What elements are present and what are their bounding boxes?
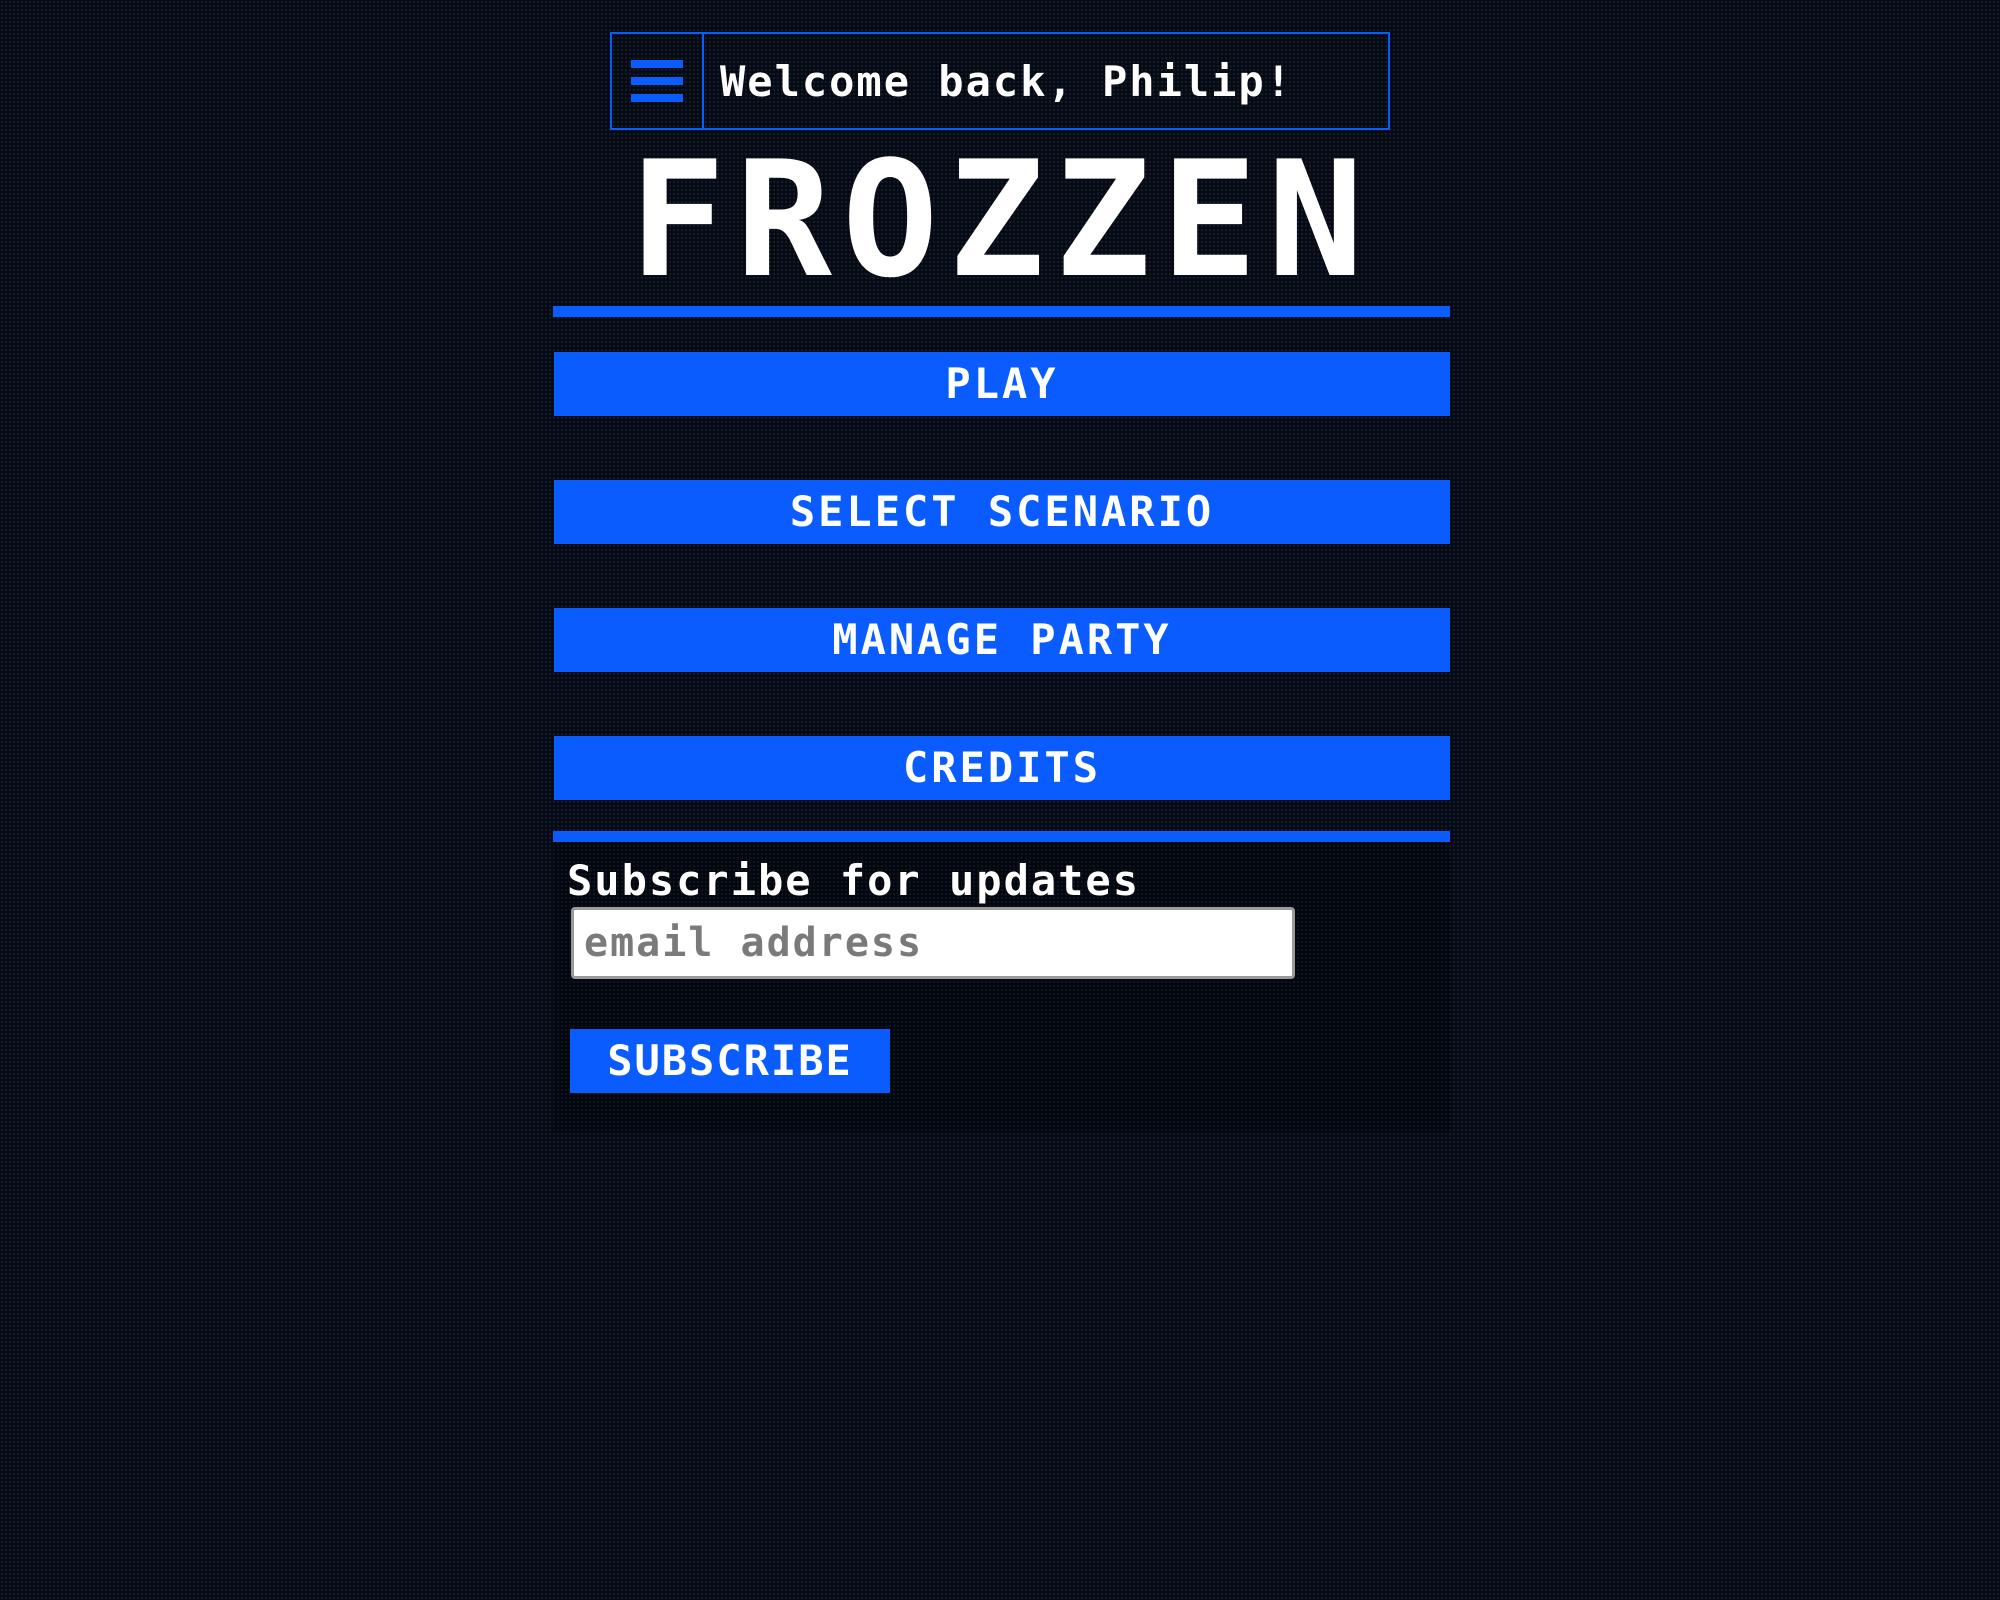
credits-button[interactable]: CREDITS <box>554 736 1450 800</box>
subscribe-button[interactable]: SUBSCRIBE <box>570 1029 890 1093</box>
welcome-message: Welcome back, Philip! <box>720 56 1294 106</box>
hamburger-line <box>631 60 683 68</box>
game-title: FROZZEN <box>629 126 1374 313</box>
subscribe-heading: Subscribe for updates <box>567 856 1141 905</box>
title-divider <box>553 306 1450 317</box>
subscribe-divider <box>553 831 1450 842</box>
hamburger-line <box>631 77 683 85</box>
select-scenario-button[interactable]: SELECT SCENARIO <box>554 480 1450 544</box>
email-field[interactable] <box>571 907 1295 979</box>
manage-party-button[interactable]: MANAGE PARTY <box>554 608 1450 672</box>
play-button[interactable]: PLAY <box>554 352 1450 416</box>
hamburger-line <box>631 94 683 102</box>
menu-button[interactable] <box>612 34 704 128</box>
welcome-bar: Welcome back, Philip! <box>610 32 1390 130</box>
hamburger-menu-icon <box>631 60 683 102</box>
